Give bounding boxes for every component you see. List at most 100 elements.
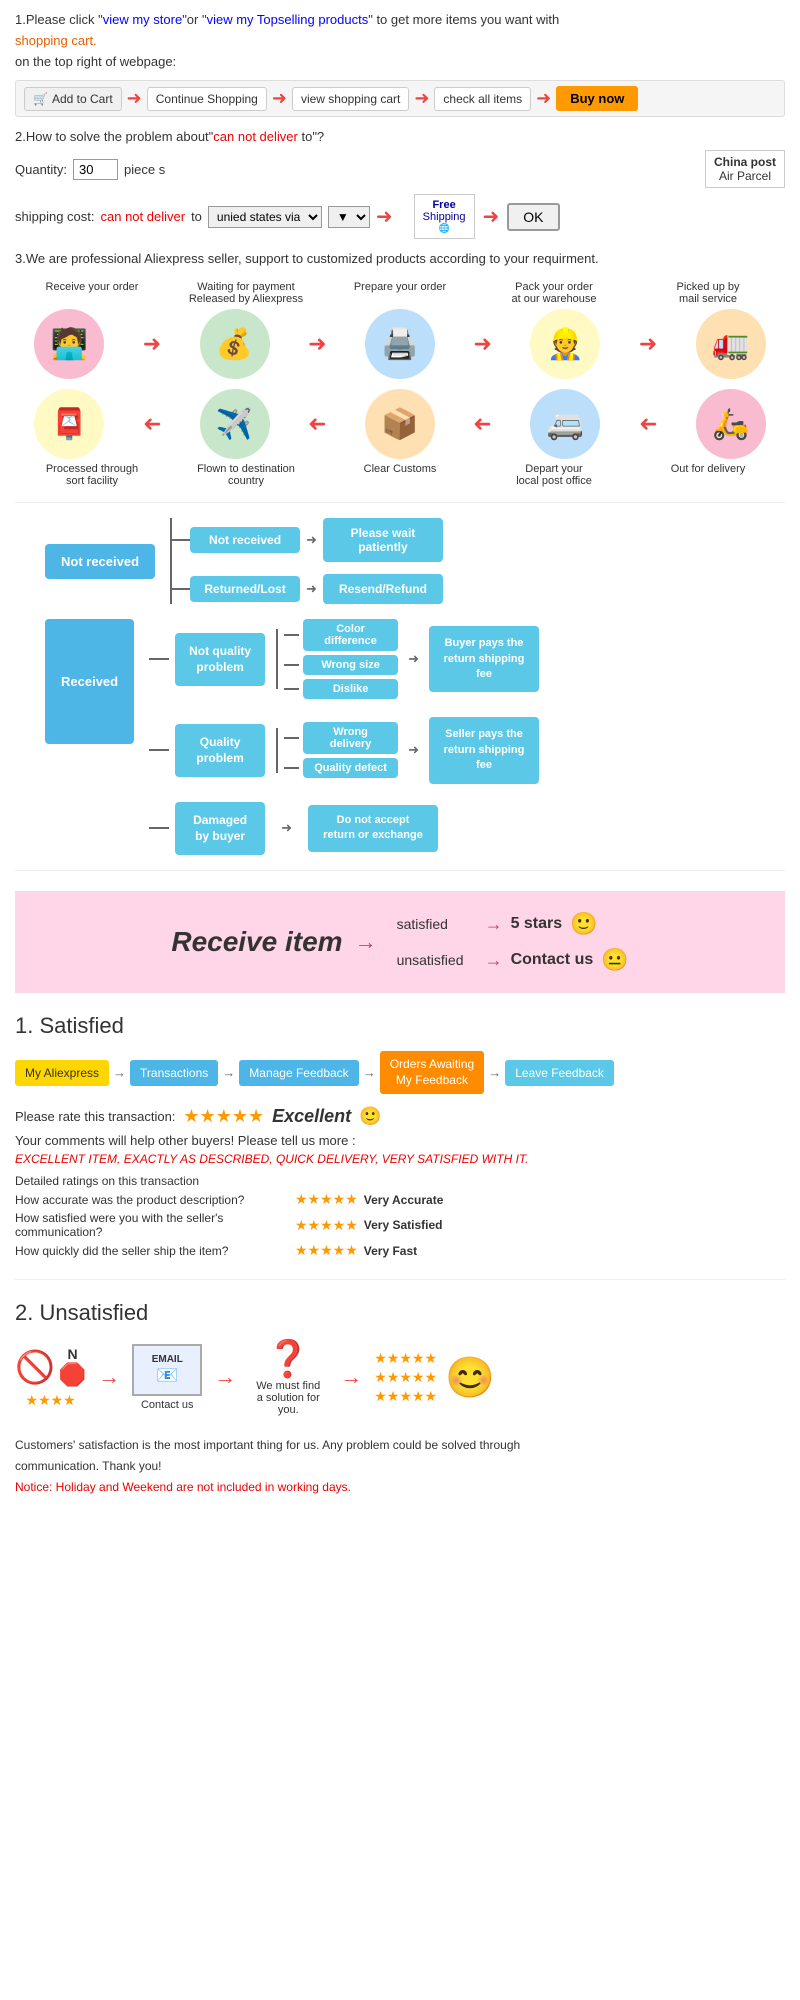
- cart-flow: 🛒 Add to Cart ➜ Continue Shopping ➜ view…: [15, 80, 785, 117]
- unsat-arrow3: →: [340, 1364, 362, 1390]
- ok-arrow: ➜: [483, 204, 500, 229]
- free-shipping-label: Free: [423, 199, 466, 211]
- satisfied-row: satisfied → 5 stars 🙂: [397, 911, 629, 937]
- section2: 2.How to solve the problem about"can not…: [15, 129, 785, 239]
- proc-label-7: Clear Customs: [340, 463, 460, 487]
- cart-icon: 🛒: [33, 92, 48, 106]
- not-received-main: Not received: [45, 544, 155, 579]
- sat-arrow: →: [485, 914, 503, 935]
- cart-step-check: check all items: [434, 87, 531, 111]
- proc-arrow-8: ➜: [143, 411, 161, 437]
- proc-icon-9: 📮: [34, 389, 104, 459]
- receive-item-title: Receive item: [171, 926, 342, 958]
- happy-icon: 😊: [445, 1354, 495, 1401]
- proc-label-4: Picked up bymail service: [648, 281, 768, 305]
- arrow3: ➜: [414, 88, 429, 109]
- notice-holiday: Notice: Holiday and Weekend are not incl…: [15, 1478, 785, 1496]
- bc-transactions[interactable]: Transactions: [130, 1060, 218, 1086]
- quality-branch: Qualityproblem Wrong delivery Quality de…: [149, 717, 539, 783]
- proc-arrow-6: ➜: [473, 411, 491, 437]
- please-wait: Please waitpatiently: [323, 518, 443, 562]
- view-store-link[interactable]: view my store: [103, 12, 182, 27]
- bc-manage-feedback[interactable]: Manage Feedback: [239, 1060, 358, 1086]
- section3: 3.We are professional Aliexpress seller,…: [15, 251, 785, 266]
- qty-row: Quantity: piece s China post Air Parcel: [15, 150, 785, 188]
- bc-leave-feedback[interactable]: Leave Feedback: [505, 1060, 614, 1086]
- smile-icon: 🙂: [570, 911, 597, 937]
- qty-input[interactable]: [73, 159, 118, 180]
- wrong-size: Wrong size: [303, 655, 398, 675]
- buy-now-button[interactable]: Buy now: [556, 86, 638, 111]
- seller-pays: Seller pays thereturn shipping fee: [429, 717, 539, 783]
- detailed-ratings: Detailed ratings on this transaction How…: [15, 1174, 785, 1259]
- unsat-outcome: ★★★★★ ★★★★★ ★★★★★ 😊: [374, 1350, 495, 1405]
- bc-orders-awaiting[interactable]: Orders AwaitingMy Feedback: [380, 1051, 485, 1094]
- example-comment: EXCELLENT ITEM, EXACTLY AS DESCRIBED, QU…: [15, 1152, 785, 1166]
- resend-refund: Resend/Refund: [323, 574, 443, 604]
- free-shipping-box: Free Shipping 🌐: [414, 194, 475, 239]
- ship-to: to: [191, 209, 202, 224]
- section2-title: 2.How to solve the problem about"can not…: [15, 129, 785, 144]
- detailed-label: Detailed ratings on this transaction: [15, 1174, 785, 1188]
- arrow2: ➜: [272, 88, 287, 109]
- neutral-icon: 😐: [601, 947, 628, 973]
- contact-us-label: Contact us: [141, 1399, 194, 1411]
- notice-text1: Customers' satisfaction is the most impo…: [15, 1436, 785, 1454]
- satisfied-section: 1. Satisfied My Aliexpress → Transaction…: [15, 1013, 785, 1259]
- cart-step-view: view shopping cart: [292, 87, 409, 111]
- returned-lost: Returned/Lost: [190, 576, 300, 602]
- receive-arrow: →: [355, 929, 377, 955]
- contact-us-result: Contact us: [511, 951, 594, 969]
- qty-unit: piece s: [124, 162, 165, 177]
- buyer-pays: Buyer pays thereturn shipping fee: [429, 626, 539, 692]
- satisfied-label: satisfied: [397, 916, 477, 932]
- not-quality-label: Not qualityproblem: [175, 633, 265, 687]
- no-sign: 🚫: [15, 1348, 55, 1386]
- proc-label-3: Pack your orderat our warehouse: [494, 281, 614, 305]
- webpage-text: on the top right of webpage:: [15, 52, 785, 73]
- view-cart-label: view shopping cart: [292, 87, 409, 111]
- unsatisfied-label: unsatisfied: [397, 952, 477, 968]
- bc-my-aliexpress[interactable]: My Aliexpress: [15, 1060, 109, 1086]
- shipping-label: Shipping: [423, 211, 466, 223]
- five-stars: 5 stars: [511, 915, 563, 933]
- find-solution-label: We must finda solution foryou.: [248, 1380, 328, 1416]
- question-icon: ❓: [266, 1338, 311, 1380]
- proc-icon-6: 🚐: [530, 389, 600, 459]
- cart-step-buy[interactable]: Buy now: [556, 86, 638, 111]
- unsat-arrow: →: [485, 950, 503, 971]
- damaged-label: Damagedby buyer: [175, 802, 265, 856]
- proc-arrow-1: ➜: [308, 331, 326, 357]
- unsatisfied-row: unsatisfied → Contact us 😐: [397, 947, 629, 973]
- low-stars: ★★★★: [26, 1392, 76, 1409]
- proc-label-5: Out for delivery: [648, 463, 768, 487]
- section3-text: 3.We are professional Aliexpress seller,…: [15, 251, 785, 266]
- quality-defect: Quality defect: [303, 758, 398, 778]
- rating-row: Please rate this transaction: ★★★★★ Exce…: [15, 1106, 785, 1127]
- arrow1: ➜: [127, 88, 142, 109]
- cannot-deliver-ship: can not deliver: [101, 209, 186, 224]
- topselling-link[interactable]: view my Topselling products: [207, 12, 369, 27]
- satisfied-title: 1. Satisfied: [15, 1013, 785, 1039]
- check-items-label: check all items: [434, 87, 531, 111]
- country-select[interactable]: unied states via: [208, 206, 322, 228]
- rating-row-1: How accurate was the product description…: [15, 1191, 785, 1208]
- proc-label-2: Prepare your order: [340, 281, 460, 305]
- proc-arrow-7: ➜: [308, 411, 326, 437]
- rating-stars: ★★★★★: [183, 1106, 264, 1127]
- proc-icon-2: 🖨️: [365, 309, 435, 379]
- dislike: Dislike: [303, 679, 398, 699]
- unsat-email: EMAIL 📧 Contact us: [132, 1344, 202, 1411]
- proc-icon-1: 💰: [200, 309, 270, 379]
- received-flowchart: Received Not qualityproblem Color differ…: [45, 619, 755, 855]
- rating-row-3: How quickly did the seller ship the item…: [15, 1242, 785, 1259]
- notice-text2: communication. Thank you!: [15, 1457, 785, 1475]
- receive-item-section: Receive item → satisfied → 5 stars 🙂 uns…: [15, 891, 785, 993]
- proc-label-9: Processed throughsort facility: [32, 463, 152, 487]
- rating-row-2: How satisfied were you with the seller's…: [15, 1211, 785, 1239]
- quality-label: Qualityproblem: [175, 724, 265, 778]
- ok-button[interactable]: OK: [507, 203, 559, 231]
- unsatisfied-title: 2. Unsatisfied: [15, 1300, 785, 1326]
- shipping-method-select[interactable]: ▼: [328, 206, 370, 228]
- excellent-label: Excellent: [272, 1106, 351, 1127]
